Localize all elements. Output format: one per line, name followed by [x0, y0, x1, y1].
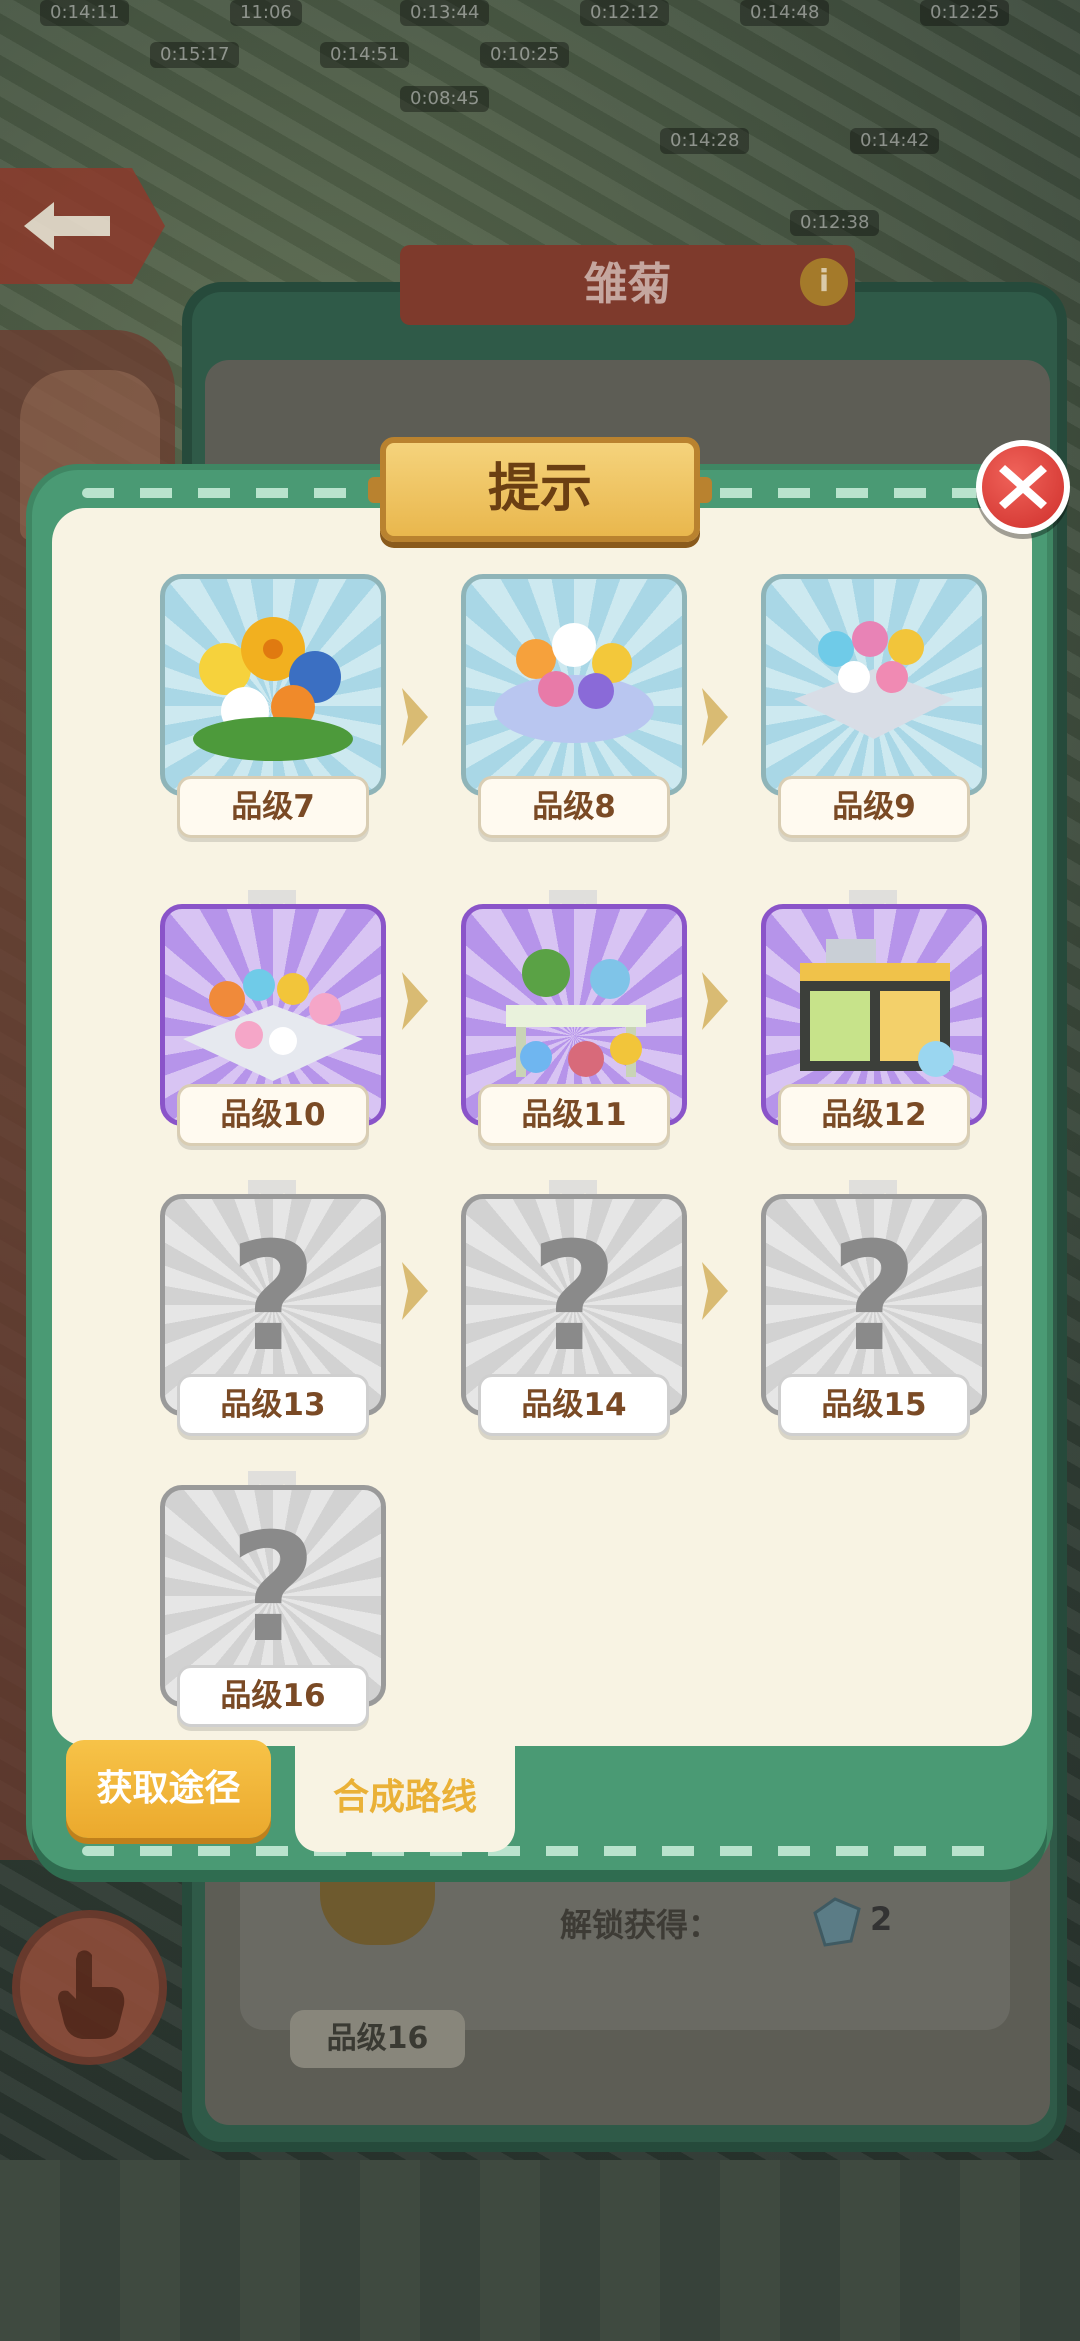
- close-button[interactable]: [976, 440, 1070, 534]
- merge-item-11[interactable]: 品级11: [461, 890, 687, 1146]
- bg-timer: 0:14:11: [40, 0, 130, 26]
- item-thumbnail: [461, 574, 687, 796]
- level-label: 品级14: [478, 1374, 670, 1436]
- svg-text:?: ?: [229, 1502, 316, 1676]
- chevron-right-icon: [702, 1262, 728, 1320]
- bg-timer: 0:14:42: [850, 128, 940, 154]
- chevron-right-icon: [402, 688, 428, 746]
- level-label: 品级11: [478, 1084, 670, 1146]
- item-thumbnail: [761, 574, 987, 796]
- level-label: 品级10: [177, 1084, 369, 1146]
- unlock-reward-label: 解锁获得：: [560, 1906, 721, 1944]
- level-label: 品级8: [478, 776, 670, 838]
- bg-timer: 0:13:44: [400, 0, 490, 26]
- svg-text:?: ?: [229, 1211, 316, 1385]
- current-level-tag: 品级16: [290, 2010, 465, 2068]
- bg-timer: 0:08:45: [400, 86, 490, 112]
- item-title: 雏菊: [400, 245, 855, 325]
- bg-timer: 0:12:25: [920, 0, 1010, 26]
- merge-item-15[interactable]: ? 品级15: [761, 1180, 987, 1436]
- bg-timer: 0:12:12: [580, 0, 670, 26]
- flower-bowl-icon: [494, 623, 654, 743]
- bg-timer: 11:06: [230, 0, 302, 26]
- bg-timer: 0:10:25: [480, 42, 570, 68]
- info-icon[interactable]: i: [800, 258, 848, 306]
- chevron-right-icon: [702, 972, 728, 1030]
- svg-text:?: ?: [830, 1211, 917, 1385]
- gem-count: 2: [870, 1900, 893, 1938]
- chevron-right-icon: [702, 688, 728, 746]
- merge-item-10[interactable]: 品级10: [160, 890, 386, 1146]
- level-label: 品级16: [177, 1665, 369, 1727]
- flower-planter-icon: [794, 621, 954, 739]
- back-button[interactable]: [0, 168, 165, 284]
- svg-text:?: ?: [530, 1211, 617, 1385]
- merge-item-9[interactable]: 品级9: [761, 574, 987, 838]
- merge-item-14[interactable]: ? 品级14: [461, 1180, 687, 1436]
- tab-get-method[interactable]: 获取途径: [66, 1740, 271, 1838]
- bg-timer: 0:14:48: [740, 0, 830, 26]
- merge-item-8[interactable]: 品级8: [461, 574, 687, 838]
- merge-item-16[interactable]: ? 品级16: [160, 1471, 386, 1727]
- level-label: 品级13: [177, 1374, 369, 1436]
- level-label: 品级12: [778, 1084, 970, 1146]
- flower-bouquet-icon: [193, 617, 353, 761]
- tab-merge-route[interactable]: 合成路线: [295, 1744, 515, 1852]
- back-arrow-icon: [24, 202, 110, 250]
- hand-pointer-icon: [58, 1950, 125, 2039]
- hand-pointer-button[interactable]: [12, 1910, 167, 2065]
- close-icon: [999, 465, 1047, 509]
- map-bottom-scenery: [0, 2160, 1080, 2341]
- gem-icon: [813, 1897, 861, 1947]
- hint-dialog: 品级7 品级8 品级9 品级10 品级11 品级12 ? 品级13 ? 品级14…: [32, 470, 1047, 1870]
- chevron-right-icon: [402, 972, 428, 1030]
- merge-route-panel: 品级7 品级8 品级9 品级10 品级11 品级12 ? 品级13 ? 品级14…: [52, 508, 1032, 1746]
- bg-timer: 0:14:28: [660, 128, 750, 154]
- bg-timer: 0:15:17: [150, 42, 240, 68]
- level-label: 品级7: [177, 776, 369, 838]
- bg-timer: 0:12:38: [790, 210, 880, 236]
- bg-timer: 0:14:51: [320, 42, 410, 68]
- background-timers: 0:14:11 11:06 0:13:44 0:12:12 0:14:48 0:…: [0, 0, 1080, 236]
- dialog-title-plate: 提示: [368, 437, 712, 542]
- level-label: 品级9: [778, 776, 970, 838]
- item-thumbnail: [160, 574, 386, 796]
- level-label: 品级15: [778, 1374, 970, 1436]
- merge-item-12[interactable]: 品级12: [761, 890, 987, 1146]
- dialog-stitch-bottom: [82, 1846, 997, 1856]
- merge-route-grid: 品级7 品级8 品级9 品级10 品级11 品级12 ? 品级13 ? 品级14…: [52, 508, 1032, 1746]
- dialog-title: 提示: [487, 459, 592, 519]
- chevron-right-icon: [402, 1262, 428, 1320]
- merge-item-7[interactable]: 品级7: [160, 574, 386, 838]
- merge-item-13[interactable]: ? 品级13: [160, 1180, 386, 1436]
